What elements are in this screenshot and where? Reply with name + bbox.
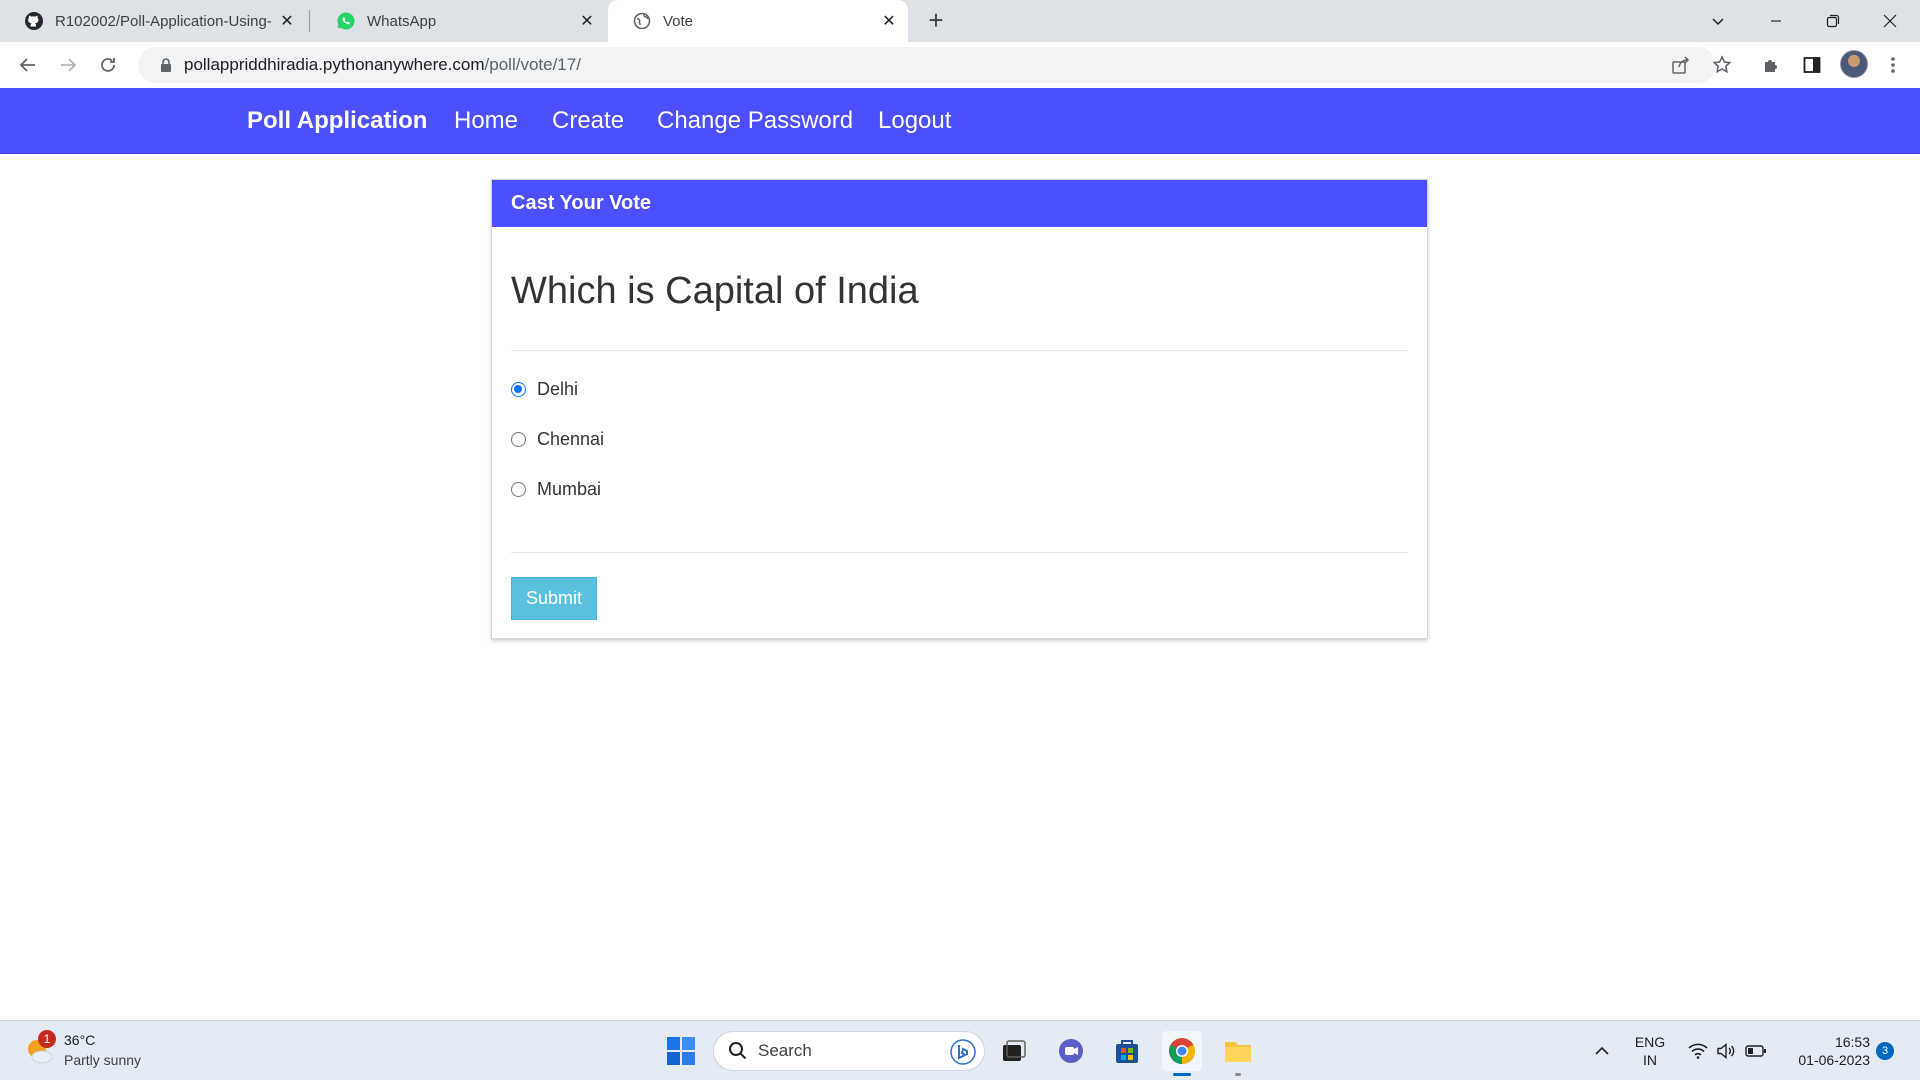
tab-vote[interactable]: Vote ✕ [608,0,908,42]
clock-time: 16:53 [1834,1034,1870,1050]
poll-question: Which is Capital of India [511,270,919,312]
browser-toolbar: pollappriddhiradia.pythonanywhere.com/po… [0,42,1920,88]
weather-temperature[interactable]: 36°C [64,1032,95,1048]
tab-github[interactable]: R102002/Poll-Application-Using- ✕ [0,0,306,42]
tab-title: R102002/Poll-Application-Using- [55,12,272,30]
close-window-icon[interactable] [1862,0,1918,42]
clock-date: 01-06-2023 [1798,1052,1870,1068]
windows-start-icon[interactable] [661,1031,701,1071]
choice-label: Delhi [537,378,579,399]
tab-separator [309,10,310,32]
nav-home-link[interactable]: Home [454,107,518,135]
radio-button[interactable] [511,431,526,447]
divider [511,552,1408,553]
radio-button-checked[interactable] [511,381,526,397]
site-navbar: Poll Application Home Create Change Pass… [0,88,1920,154]
tab-whatsapp[interactable]: WhatsApp ✕ [312,0,606,42]
chrome-icon[interactable] [1162,1031,1202,1071]
choice-delhi[interactable]: Delhi [511,377,578,401]
bookmark-star-icon[interactable] [1711,54,1733,76]
url-path: /poll/vote/17/ [484,55,581,74]
language-code: ENG [1634,1034,1666,1050]
brand-link[interactable]: Poll Application [247,107,427,135]
active-app-indicator [1173,1073,1191,1076]
region-code: IN [1643,1052,1657,1068]
forward-arrow-icon[interactable] [54,51,82,79]
extensions-puzzle-icon[interactable] [1761,54,1783,76]
browser-tab-strip: R102002/Poll-Application-Using- ✕ WhatsA… [0,0,1920,42]
choice-label: Chennai [537,428,605,449]
volume-icon[interactable] [1714,1021,1738,1081]
weather-badge: 1 [38,1030,56,1048]
search-icon [728,1041,748,1061]
side-panel-icon[interactable] [1801,54,1823,76]
task-view-icon[interactable] [994,1031,1034,1071]
system-clock[interactable]: 16:53 01-06-2023 [1780,1033,1870,1069]
tab-title: WhatsApp [367,12,437,30]
close-tab-icon[interactable]: ✕ [276,10,298,32]
reload-icon[interactable] [94,51,122,79]
whatsapp-icon [336,11,356,31]
weather-description[interactable]: Partly sunny [64,1052,141,1068]
profile-avatar[interactable] [1840,50,1868,78]
submit-button[interactable]: Submit [511,577,597,620]
notification-badge[interactable]: 3 [1876,1042,1894,1060]
battery-icon[interactable] [1744,1021,1768,1081]
back-arrow-icon[interactable] [14,51,42,79]
taskbar: 1 36°C Partly sunny Search ENG IN 16:53 … [0,1020,1920,1080]
choice-chennai[interactable]: Chennai [511,427,604,451]
nav-change-password-link[interactable]: Change Password [657,107,853,135]
divider [511,350,1408,351]
share-icon[interactable] [1670,54,1692,76]
globe-icon [632,11,652,31]
nav-create-link[interactable]: Create [552,107,624,135]
close-tab-icon[interactable]: ✕ [878,10,900,32]
address-bar[interactable]: pollappriddhiradia.pythonanywhere.com/po… [138,47,1716,83]
new-tab-icon[interactable]: + [922,5,950,35]
nav-logout-link[interactable]: Logout [878,107,951,135]
github-icon [24,11,44,31]
vote-card: Cast Your Vote Which is Capital of India… [491,179,1428,639]
tab-title: Vote [663,12,694,30]
minimize-icon[interactable] [1748,0,1804,42]
url-text[interactable]: pollappriddhiradia.pythonanywhere.com/po… [184,55,581,75]
kebab-menu-icon[interactable] [1882,54,1904,76]
url-host: pollappriddhiradia.pythonanywhere.com [184,55,485,74]
show-hidden-icons-chevron-icon[interactable] [1590,1021,1614,1081]
microsoft-store-icon[interactable] [1107,1031,1147,1071]
bing-icon[interactable] [950,1039,976,1065]
file-explorer-icon[interactable] [1218,1031,1258,1071]
running-app-indicator [1235,1073,1241,1076]
teams-chat-icon[interactable] [1051,1031,1091,1071]
language-indicator[interactable]: ENG IN [1622,1033,1678,1069]
radio-button[interactable] [511,481,526,497]
search-label: Search [758,1041,812,1060]
card-header: Cast Your Vote [492,180,1427,227]
lock-icon[interactable] [148,58,184,72]
choice-mumbai[interactable]: Mumbai [511,477,601,501]
wifi-icon[interactable] [1686,1021,1710,1081]
restore-icon[interactable] [1805,0,1861,42]
tab-search-chevron-icon[interactable] [1690,0,1746,42]
choice-label: Mumbai [537,478,602,499]
close-tab-icon[interactable]: ✕ [576,10,598,32]
taskbar-search[interactable]: Search [713,1031,985,1071]
